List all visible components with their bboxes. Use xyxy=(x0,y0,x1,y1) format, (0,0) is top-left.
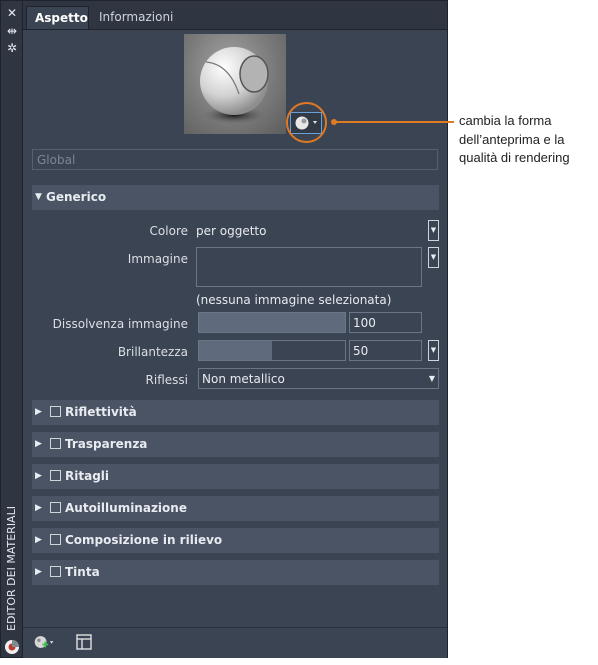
section-checkbox[interactable] xyxy=(50,406,61,417)
materials-logo-icon xyxy=(5,640,19,654)
materials-editor-palette: ✕ ⇹ ✲ EDITOR DEI MATERIALI Aspetto Infor… xyxy=(0,0,448,658)
section-header-autoilluminazione[interactable]: ▶ Autoilluminazione xyxy=(32,496,439,521)
image-fade-label: Dissolvenza immagine xyxy=(52,317,188,331)
section-checkbox[interactable] xyxy=(50,438,61,449)
callout-line-3: qualità di rendering xyxy=(459,150,570,165)
expand-arrow-icon: ▶ xyxy=(35,503,42,513)
section-header-composizione-in-rilievo[interactable]: ▶ Composizione in rilievo xyxy=(32,528,439,553)
callout-line-2: dell’anteprima e la xyxy=(459,131,565,147)
section-header-tinta[interactable]: ▶ Tinta xyxy=(32,560,439,585)
tab-aspetto[interactable]: Aspetto xyxy=(26,6,89,29)
highlights-label: Riflessi xyxy=(145,373,188,387)
material-browser-icon[interactable] xyxy=(73,632,95,652)
chevron-down-icon: ▼ xyxy=(428,374,435,383)
image-slot[interactable] xyxy=(196,247,422,287)
glossiness-slider[interactable] xyxy=(198,340,346,361)
image-fade-fill xyxy=(199,313,345,332)
section-title: Autoilluminazione xyxy=(65,501,187,515)
section-title: Trasparenza xyxy=(65,437,148,451)
expand-arrow-icon: ▶ xyxy=(35,471,42,481)
tab-bar: Aspetto Informazioni xyxy=(23,1,447,30)
color-dropdown-button[interactable]: ▼ xyxy=(428,220,439,241)
expand-arrow-icon: ▶ xyxy=(35,567,42,577)
image-dropdown-button[interactable]: ▼ xyxy=(428,247,439,268)
tab-informazioni[interactable]: Informazioni xyxy=(91,6,181,29)
image-fade-input[interactable]: 100 xyxy=(349,312,422,333)
pin-icon[interactable]: ⇹ xyxy=(5,25,19,37)
section-checkbox[interactable] xyxy=(50,534,61,545)
glossiness-fill xyxy=(199,341,272,360)
settings-icon[interactable]: ✲ xyxy=(5,42,19,54)
palette-title: EDITOR DEI MATERIALI xyxy=(5,506,18,631)
section-checkbox[interactable] xyxy=(50,566,61,577)
palette-title-strip: ✕ ⇹ ✲ EDITOR DEI MATERIALI xyxy=(1,1,23,657)
section-checkbox[interactable] xyxy=(50,470,61,481)
callout-line-1: cambia la forma xyxy=(459,113,552,128)
close-icon[interactable]: ✕ xyxy=(5,7,19,19)
material-preview xyxy=(184,34,286,134)
section-title: Composizione in rilievo xyxy=(65,533,223,547)
section-title: Riflettività xyxy=(65,405,137,419)
image-fade-slider[interactable] xyxy=(198,312,346,333)
section-title: Generico xyxy=(46,190,107,204)
section-title: Tinta xyxy=(65,565,100,579)
section-header-trasparenza[interactable]: ▶ Trasparenza xyxy=(32,432,439,457)
material-name-input[interactable]: Global xyxy=(32,149,438,170)
callout-text: cambia la forma dell’anteprima e la qual… xyxy=(459,112,594,168)
image-status-text: (nessuna immagine selezionata) xyxy=(196,293,392,307)
expand-arrow-icon: ▶ xyxy=(35,535,42,545)
bottom-toolbar xyxy=(23,627,447,658)
glossiness-dropdown-button[interactable]: ▼ xyxy=(428,340,439,361)
expand-arrow-icon: ▶ xyxy=(35,407,42,417)
color-label: Colore xyxy=(149,224,188,238)
collapse-arrow-icon: ▼ xyxy=(35,192,42,202)
preview-sphere-image xyxy=(200,47,269,124)
image-label: Immagine xyxy=(127,252,188,266)
create-material-icon[interactable] xyxy=(33,632,55,652)
section-header-ritagli[interactable]: ▶ Ritagli xyxy=(32,464,439,489)
section-checkbox[interactable] xyxy=(50,502,61,513)
expand-arrow-icon: ▶ xyxy=(35,439,42,449)
callout-line xyxy=(334,121,454,123)
glossiness-label: Brillantezza xyxy=(117,345,188,359)
color-value: per oggetto xyxy=(196,224,267,238)
highlights-select[interactable]: Non metallico ▼ xyxy=(198,368,439,389)
callout-highlight xyxy=(286,102,327,143)
section-header-generico[interactable]: ▼ Generico xyxy=(32,185,439,210)
highlights-value: Non metallico xyxy=(202,372,285,386)
section-header-riflettivita[interactable]: ▶ Riflettività xyxy=(32,400,439,425)
glossiness-input[interactable]: 50 xyxy=(349,340,422,361)
section-title: Ritagli xyxy=(65,469,110,483)
